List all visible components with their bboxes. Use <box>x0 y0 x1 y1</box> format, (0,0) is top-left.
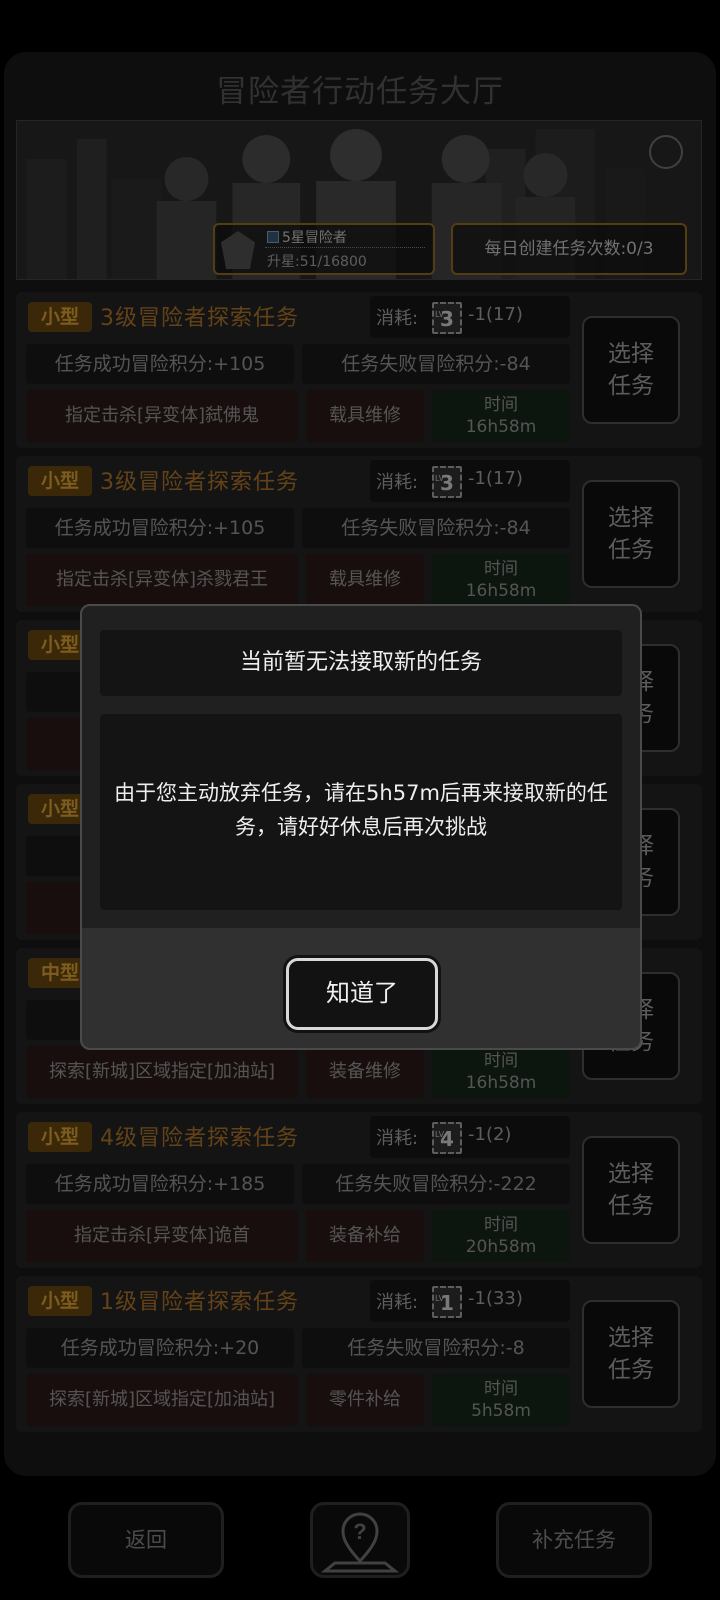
dialog-body: 当前暂无法接取新的任务 由于您主动放弃任务，请在5h57m后再来接取新的任务，请… <box>82 606 640 928</box>
notice-dialog: 当前暂无法接取新的任务 由于您主动放弃任务，请在5h57m后再来接取新的任务，请… <box>80 604 642 1050</box>
dialog-message: 由于您主动放弃任务，请在5h57m后再来接取新的任务，请好好休息后再次挑战 <box>100 714 622 910</box>
acknowledge-button[interactable]: 知道了 <box>286 958 438 1030</box>
dialog-title: 当前暂无法接取新的任务 <box>100 630 622 696</box>
